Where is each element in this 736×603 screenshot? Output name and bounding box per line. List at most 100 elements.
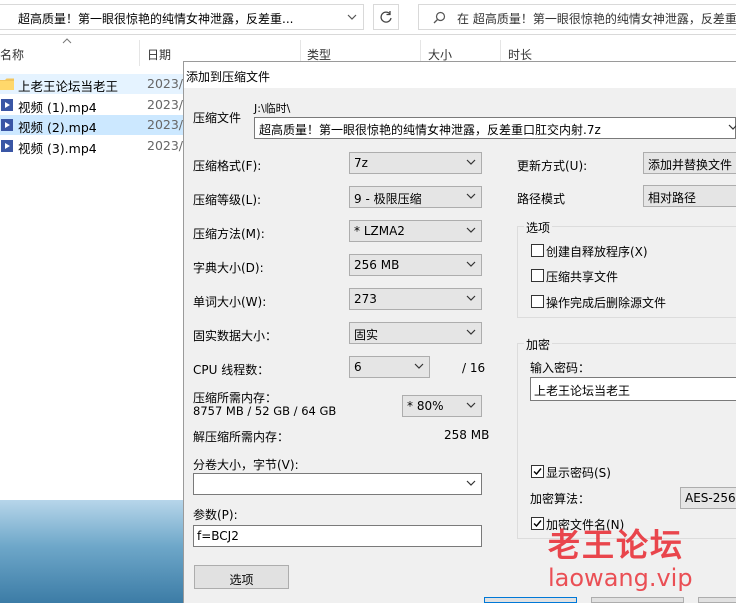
memory-detail: 8757 MB / 52 GB / 64 GB [193,404,337,418]
solid-label: 固实数据大小： [193,329,278,343]
show-password-label: 显示密码(S) [546,466,611,480]
decompress-memory-label: 解压缩所需内存： [193,430,290,444]
dialog-title-bar[interactable]: 添加到压缩文件 [184,62,736,88]
help-button[interactable] [698,597,736,603]
file-row[interactable]: 视频 (2).mp4 2023/ [0,115,184,135]
method-select[interactable]: * LZMA2 [349,220,482,242]
params-input[interactable]: f=BCJ2 [193,525,482,547]
path-mode-select[interactable]: 相对路径 [643,185,736,207]
archive-label: 压缩文件 [193,111,242,125]
file-row[interactable]: 上老王论坛当老王 2023/ [0,74,184,94]
file-row[interactable]: 视频 (1).mp4 2023/ [0,95,184,115]
address-bar[interactable]: 超高质量！第一眼很惊艳的纯情女神泄露，反差重... [0,4,364,30]
chevron-down-icon [466,193,476,199]
column-date[interactable]: 日期 [147,46,171,63]
update-mode-value: 添加并替换文件 [648,158,733,172]
solid-select[interactable]: 固实 [349,322,482,344]
search-icon [433,11,446,24]
checkmark-icon [533,520,542,528]
encrypt-names-checkbox[interactable] [531,517,544,530]
update-mode-select[interactable]: 添加并替换文件 [643,152,736,174]
chevron-down-icon [414,363,424,369]
chevron-down-icon [466,159,476,165]
format-value: 7z [354,156,368,170]
archive-name-combo[interactable]: 超高质量！第一眼很惊艳的纯情女神泄露，反差重口肛交内射.7z [254,117,736,139]
checkmark-icon [533,468,542,476]
mp4-file-icon [1,99,13,111]
address-dropdown-icon[interactable] [339,4,365,30]
delete-after-label: 操作完成后删除源文件 [546,296,667,310]
threads-value: 6 [354,360,362,374]
password-value: 上老王论坛当老王 [534,384,631,398]
solid-value: 固实 [354,328,379,342]
sort-ascending-icon [62,38,72,44]
options-button[interactable]: 选项 [194,565,289,589]
mp4-file-icon [1,140,13,152]
archive-name: 超高质量！第一眼很惊艳的纯情女神泄露，反差重口肛交内射.7z [259,123,601,137]
encryption-method-select[interactable]: AES-256 [680,487,736,509]
sfx-label: 创建自释放程序(X) [546,245,648,259]
file-name: 视频 (1).mp4 [18,100,97,115]
shared-files-checkbox[interactable] [531,269,544,282]
method-value: * LZMA2 [354,224,405,238]
dialog-title: 添加到压缩文件 [186,70,271,84]
file-date: 2023/ [147,138,184,153]
format-label: 压缩格式(F): [193,159,262,173]
encryption-method-value: AES-256 [685,491,736,505]
watermark-url: laowang.vip [548,564,693,592]
split-label: 分卷大小，字节(V): [193,458,299,472]
threads-select[interactable]: 6 [349,356,430,378]
params-label: 参数(P): [193,508,238,522]
shared-files-label: 压缩共享文件 [546,270,619,284]
file-name: 视频 (2).mp4 [18,120,97,135]
search-box[interactable]: 在 超高质量！第一眼很惊艳的纯情女神泄露，反差重 [418,4,736,30]
options-group-title: 选项 [524,219,553,236]
watermark-text: 老王论坛 [548,526,685,564]
chevron-down-icon [466,227,476,233]
folder-icon [0,78,14,90]
encryption-group-title: 加密 [524,336,553,353]
search-placeholder: 在 超高质量！第一眼很惊艳的纯情女神泄露，反差重 [457,12,736,26]
level-select[interactable]: 9 - 极限压缩 [349,186,482,208]
refresh-button[interactable] [373,4,399,30]
level-value: 9 - 极限压缩 [354,192,422,206]
decompress-memory-value: 258 MB [444,428,490,442]
address-text: 超高质量！第一眼很惊艳的纯情女神泄露，反差重... [18,12,294,26]
file-date: 2023/ [147,97,184,112]
method-label: 压缩方法(M): [193,227,265,241]
memory-percent-value: * 80% [407,399,444,413]
desktop-wallpaper [0,500,184,603]
delete-after-checkbox[interactable] [531,295,544,308]
chevron-down-icon [466,295,476,301]
threads-total: / 16 [462,361,486,375]
word-select[interactable]: 273 [349,288,482,310]
password-input[interactable]: 上老王论坛当老王 [530,377,736,401]
level-label: 压缩等级(L): [193,193,262,207]
format-select[interactable]: 7z [349,152,482,174]
split-size-combo[interactable] [193,473,482,495]
dict-value: 256 MB [354,258,400,272]
explorer-toolbar: 超高质量！第一眼很惊艳的纯情女神泄露，反差重... 在 超高质量！第一眼很惊艳的… [0,0,736,35]
column-divider[interactable] [139,40,140,66]
file-date: 2023/ [147,117,184,132]
file-date: 2023/ [147,76,184,91]
word-value: 273 [354,292,377,306]
chevron-down-icon [466,402,476,408]
memory-percent-select[interactable]: * 80% [402,395,482,417]
ok-button[interactable] [484,597,577,603]
word-label: 单词大小(W): [193,295,267,309]
path-mode-label: 路径模式 [517,192,566,206]
encryption-method-label: 加密算法： [530,492,591,506]
column-name[interactable]: 名称 [0,46,24,63]
params-value: f=BCJ2 [197,529,239,543]
dict-select[interactable]: 256 MB [349,254,482,276]
dict-label: 字典大小(D): [193,261,264,275]
show-password-checkbox[interactable] [531,465,544,478]
sfx-checkbox[interactable] [531,244,544,257]
mp4-file-icon [1,119,13,131]
archive-path: J:\临时\ [254,102,291,115]
update-mode-label: 更新方式(U): [517,159,588,173]
file-name: 视频 (3).mp4 [18,141,97,156]
file-row[interactable]: 视频 (3).mp4 2023/ [0,136,184,156]
cancel-button[interactable] [591,597,684,603]
